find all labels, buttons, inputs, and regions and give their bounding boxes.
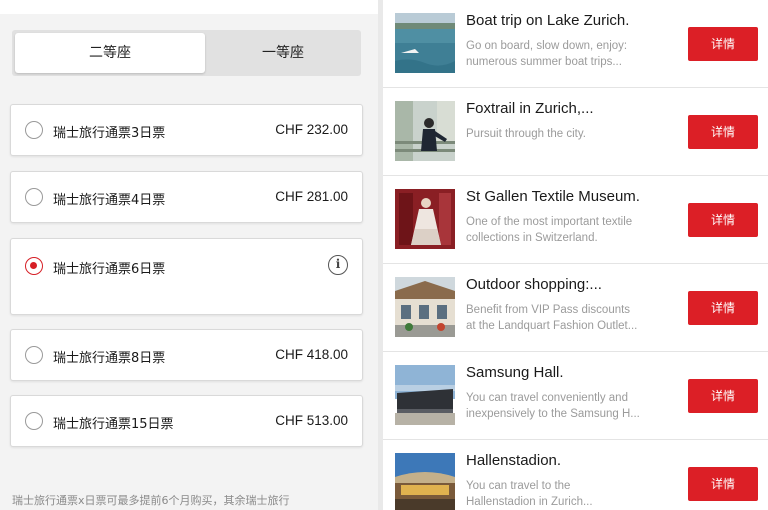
experience-card[interactable]: Foxtrail in Zurich,... Pursuit through t… <box>383 88 768 176</box>
ticket-name: 瑞士旅行通票6日票 <box>53 262 166 277</box>
experience-description: Benefit from VIP Pass discounts at the La… <box>466 304 638 332</box>
samsung-hall-thumbnail <box>395 365 455 425</box>
ticket-name: 瑞士旅行通票15日票 <box>53 417 174 432</box>
experience-title: Outdoor shopping:... <box>466 276 602 293</box>
tab-first-class[interactable]: 一等座 <box>208 33 358 73</box>
experience-description: Go on board, slow down, enjoy: numerous s… <box>466 40 628 68</box>
experience-card[interactable]: Outdoor shopping:... Benefit from VIP Pa… <box>383 264 768 352</box>
textile-museum-thumbnail <box>395 189 455 249</box>
details-button[interactable]: 详情 <box>688 115 758 149</box>
footnote: 瑞士旅行通票x日票可最多提前6个月购买，其余瑞士旅行 <box>12 494 290 507</box>
experience-title: Hallenstadion. <box>466 452 562 469</box>
ticket-name: 瑞士旅行通票3日票 <box>53 126 166 141</box>
info-icon[interactable]: i <box>328 255 348 275</box>
details-button[interactable]: 详情 <box>688 379 758 413</box>
ticket-price: CHF 418.00 <box>275 347 348 362</box>
ticket-option-3-day[interactable]: 瑞士旅行通票3日票 CHF 232.00 <box>10 104 363 156</box>
experience-card[interactable]: Samsung Hall. You can travel convenientl… <box>383 352 768 440</box>
experience-card[interactable]: Hallenstadion. You can travel to the Hall… <box>383 440 768 510</box>
experience-card[interactable]: St Gallen Textile Museum. One of the mos… <box>383 176 768 264</box>
radio-button[interactable] <box>25 121 43 139</box>
radio-button-selected[interactable] <box>25 257 43 275</box>
boat-trip-thumbnail <box>395 13 455 73</box>
top-bar <box>0 0 378 14</box>
ticket-option-8-day[interactable]: 瑞士旅行通票8日票 CHF 418.00 <box>10 329 363 381</box>
ticket-option-4-day[interactable]: 瑞士旅行通票4日票 CHF 281.00 <box>10 171 363 223</box>
experiences-list: Boat trip on Lake Zurich. Go on board, s… <box>383 0 768 510</box>
experience-description: Pursuit through the city. <box>466 128 586 140</box>
details-button[interactable]: 详情 <box>688 203 758 237</box>
radio-button[interactable] <box>25 346 43 364</box>
ticket-price: CHF 232.00 <box>275 122 348 137</box>
experience-description: You can travel conveniently and inexpensi… <box>466 392 640 420</box>
foxtrail-thumbnail <box>395 101 455 161</box>
experience-title: St Gallen Textile Museum. <box>466 188 640 205</box>
class-selector: 二等座 一等座 <box>12 30 361 76</box>
experience-title: Samsung Hall. <box>466 364 564 381</box>
ticket-price: CHF 281.00 <box>275 189 348 204</box>
experience-description: You can travel to the Hallenstadion in Zu… <box>466 480 593 508</box>
ticket-option-15-day[interactable]: 瑞士旅行通票15日票 CHF 513.00 <box>10 395 363 447</box>
details-button[interactable]: 详情 <box>688 27 758 61</box>
details-button[interactable]: 详情 <box>688 467 758 501</box>
experience-title: Boat trip on Lake Zurich. <box>466 12 630 29</box>
tab-second-class[interactable]: 二等座 <box>15 33 205 73</box>
ticket-option-6-day[interactable]: 瑞士旅行通票6日票 i <box>10 238 363 315</box>
experience-title: Foxtrail in Zurich,... <box>466 100 594 117</box>
hallenstadion-thumbnail <box>395 453 455 510</box>
ticket-name: 瑞士旅行通票8日票 <box>53 351 166 366</box>
experience-description: One of the most important textile collect… <box>466 216 633 244</box>
outlet-shopping-thumbnail <box>395 277 455 337</box>
ticket-price: CHF 513.00 <box>275 413 348 428</box>
ticket-name: 瑞士旅行通票4日票 <box>53 193 166 208</box>
experience-card[interactable]: Boat trip on Lake Zurich. Go on board, s… <box>383 0 768 88</box>
radio-button[interactable] <box>25 412 43 430</box>
details-button[interactable]: 详情 <box>688 291 758 325</box>
ticket-panel: 二等座 一等座 瑞士旅行通票3日票 CHF 232.00 瑞士旅行通票4日票 C… <box>0 0 378 510</box>
radio-button[interactable] <box>25 188 43 206</box>
